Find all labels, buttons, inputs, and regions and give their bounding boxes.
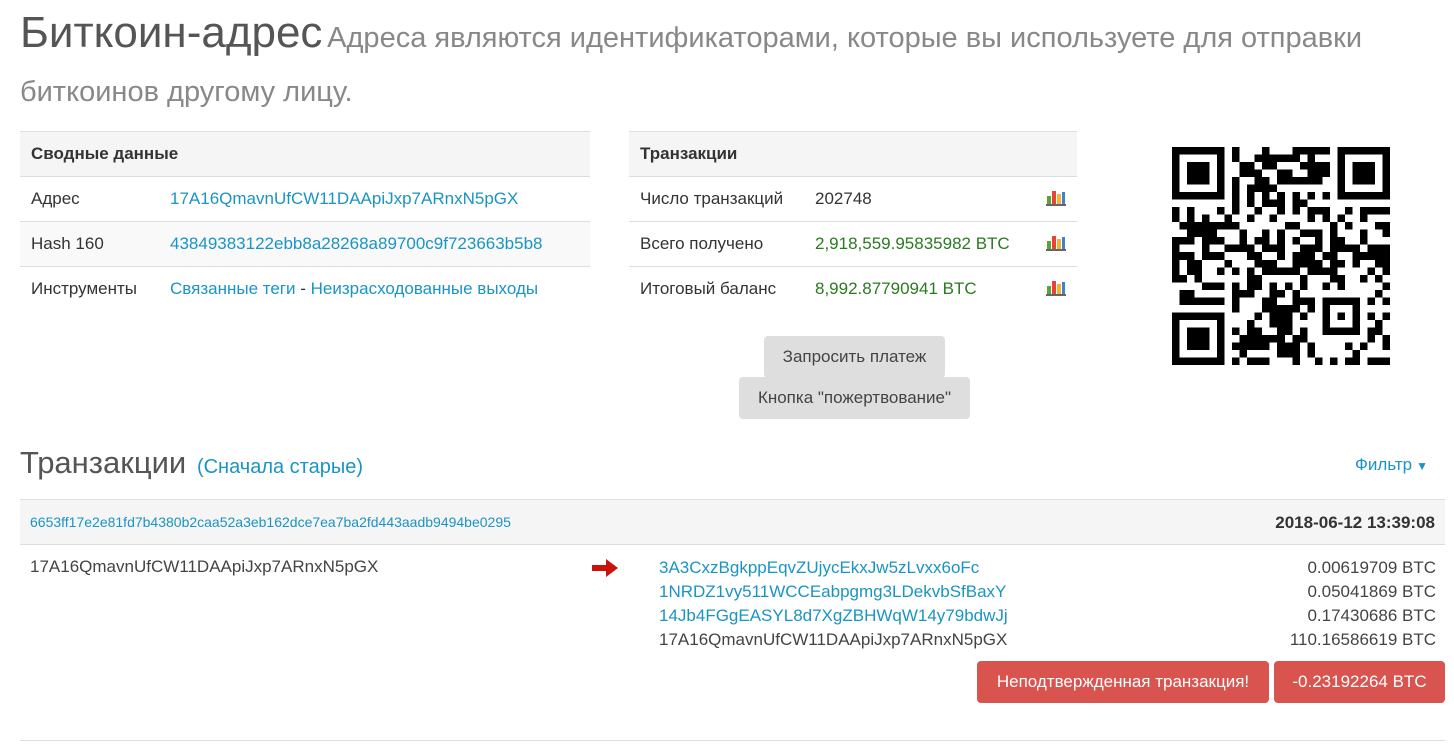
filter-label: Фильтр	[1355, 455, 1413, 474]
tx-count-value: 202748	[804, 176, 1035, 222]
transactions-heading: Транзакции (Сначала старые)	[20, 444, 363, 487]
address-label: Адрес	[20, 176, 159, 222]
qr-code	[1172, 147, 1390, 365]
sort-order-link[interactable]: (Сначала старые)	[197, 456, 363, 478]
caret-down-icon: ▼	[1416, 459, 1428, 473]
unconfirmed-transaction-badge[interactable]: Неподтвержденная транзакция!	[977, 661, 1269, 703]
address-link[interactable]: 17A16QmavnUfCW11DAApiJxp7ARnxN5pGX	[170, 189, 518, 208]
tx-count-label: Число транзакций	[629, 176, 804, 222]
summary-table: Сводные данные Адрес 17A16QmavnUfCW11DAA…	[20, 131, 590, 312]
request-payment-button[interactable]: Запросить платеж	[764, 336, 945, 378]
output-address-link[interactable]: 1NRDZ1vy511WCCEabpgmg3LDekvbSfBaxY	[659, 580, 1006, 604]
output-address-link[interactable]: 14Jb4FGgEASYL8d7XgZBHWqW14y79bdwJj	[659, 604, 1008, 628]
total-received-chart[interactable]	[1035, 221, 1077, 267]
donation-button[interactable]: Кнопка "пожертвование"	[739, 377, 970, 419]
transaction-time: 2018-06-12 13:39:08	[1275, 513, 1435, 532]
related-tags-link[interactable]: Связанные теги	[170, 279, 296, 298]
output-address-self: 17A16QmavnUfCW11DAApiJxp7ARnxN5pGX	[659, 630, 1008, 649]
output-row: 1NRDZ1vy511WCCEabpgmg3LDekvbSfBaxY 0.050…	[659, 580, 1436, 604]
output-amount: 0.17430686 BTC	[1307, 606, 1436, 625]
final-balance-value: 8,992.87790941 BTC	[804, 266, 1035, 312]
transactions-title: Транзакции	[20, 445, 187, 480]
hash160-link[interactable]: 43849383122ebb8a28268a89700c9f723663b5b8	[170, 234, 543, 253]
transaction-header: 6653ff17e2e81fd7b4380b2caa52a3eb162dce7e…	[20, 499, 1445, 545]
transactions-summary-table: Транзакции Число транзакций 202748 Всего…	[629, 131, 1077, 312]
output-row: 14Jb4FGgEASYL8d7XgZBHWqW14y79bdwJj 0.174…	[659, 604, 1436, 628]
arrow-right-icon	[592, 559, 618, 577]
tools-separator: -	[300, 279, 306, 299]
filter-dropdown[interactable]: Фильтр ▼	[1355, 455, 1428, 475]
output-amount: 0.05041869 BTC	[1307, 582, 1436, 601]
bar-chart-icon[interactable]	[1046, 188, 1066, 206]
final-balance-label: Итоговый баланс	[629, 266, 804, 312]
summary-heading: Сводные данные	[20, 131, 590, 177]
page-title: Биткоин-адрес	[20, 8, 323, 57]
divider	[20, 740, 1445, 741]
total-received-label: Всего получено	[629, 221, 804, 267]
tx-count-chart[interactable]	[1035, 176, 1077, 222]
transaction-outputs: 3A3CxzBgkppEqvZUjycEkxJw5zLvxx6oFc 0.006…	[659, 556, 1436, 652]
transactions-summary-heading: Транзакции	[629, 131, 1077, 177]
output-row: 17A16QmavnUfCW11DAApiJxp7ARnxN5pGX 110.1…	[659, 628, 1436, 652]
transaction-input-address: 17A16QmavnUfCW11DAApiJxp7ARnxN5pGX	[30, 557, 379, 576]
unspent-outputs-link[interactable]: Неизрасходованные выходы	[311, 279, 538, 298]
bar-chart-icon[interactable]	[1046, 233, 1066, 251]
output-row: 3A3CxzBgkppEqvZUjycEkxJw5zLvxx6oFc 0.006…	[659, 556, 1436, 580]
output-amount: 0.00619709 BTC	[1307, 558, 1436, 577]
transaction-total-badge[interactable]: -0.23192264 BTC	[1274, 661, 1445, 703]
output-amount: 110.16586619 BTC	[1289, 630, 1436, 649]
transaction-item: 6653ff17e2e81fd7b4380b2caa52a3eb162dce7e…	[20, 499, 1445, 703]
output-address-link[interactable]: 3A3CxzBgkppEqvZUjycEkxJw5zLvxx6oFc	[659, 556, 979, 580]
page-header: Биткоин-адрес Адреса являются идентифика…	[20, 8, 1420, 121]
total-received-value: 2,918,559.95835982 BTC	[804, 221, 1035, 267]
tools-label: Инструменты	[20, 266, 159, 312]
final-balance-chart[interactable]	[1035, 266, 1077, 312]
bar-chart-icon[interactable]	[1046, 278, 1066, 296]
transaction-hash-link[interactable]: 6653ff17e2e81fd7b4380b2caa52a3eb162dce7e…	[30, 514, 511, 530]
hash160-label: Hash 160	[20, 221, 159, 267]
